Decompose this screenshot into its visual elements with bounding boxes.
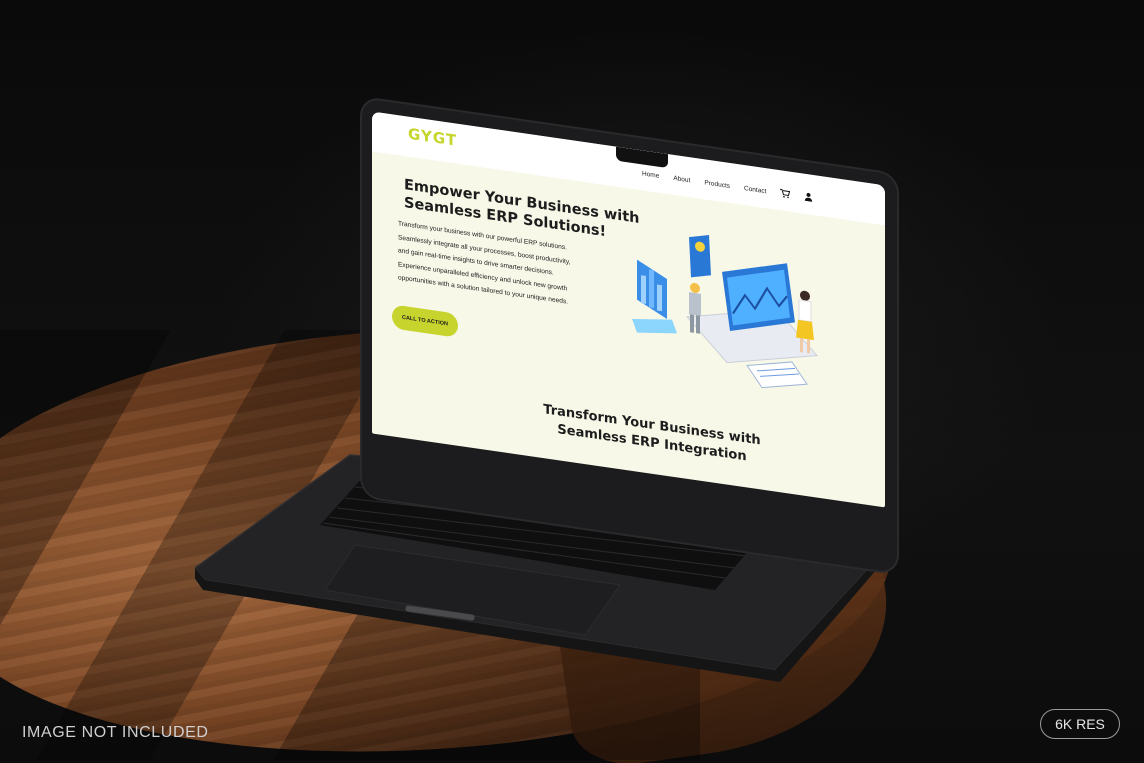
nav-home-link[interactable]: Home xyxy=(642,170,659,179)
product-mockup-scene: GYGT Home About Products Contact Empower… xyxy=(0,0,1144,763)
laptop-lid: GYGT Home About Products Contact Empower… xyxy=(362,98,897,574)
laptop-screen: GYGT Home About Products Contact Empower… xyxy=(372,111,885,508)
resolution-badge: 6K RES xyxy=(1040,709,1120,739)
site-nav: Home About Products Contact xyxy=(642,168,813,204)
nav-about-link[interactable]: About xyxy=(673,175,690,184)
nav-contact-link[interactable]: Contact xyxy=(744,185,766,195)
cart-icon[interactable] xyxy=(780,188,791,200)
site-logo[interactable]: GYGT xyxy=(408,125,457,150)
call-to-action-button[interactable]: CALL TO ACTION xyxy=(392,304,458,338)
nav-products-link[interactable]: Products xyxy=(704,179,730,190)
erp-isometric-illustration xyxy=(632,235,818,389)
image-not-included-caption: IMAGE NOT INCLUDED xyxy=(22,724,209,741)
user-icon[interactable] xyxy=(804,192,813,204)
